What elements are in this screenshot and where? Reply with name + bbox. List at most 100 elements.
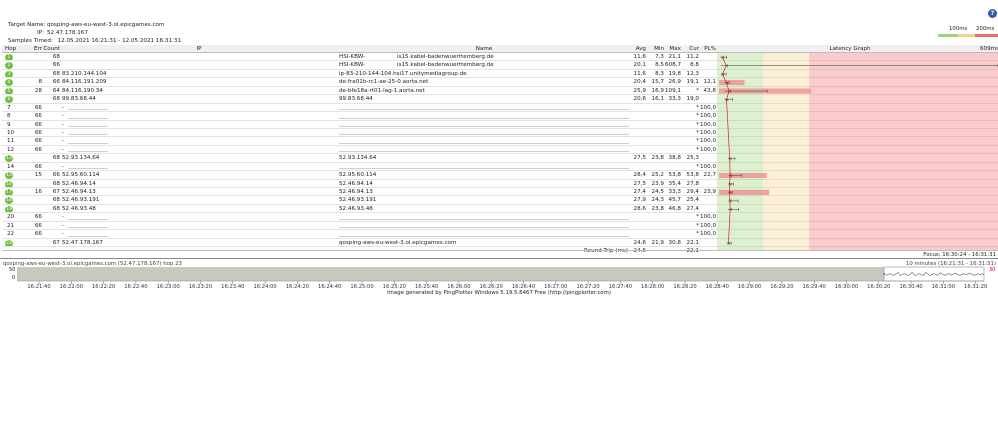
help-icon[interactable]: ? <box>988 9 997 18</box>
err-cell <box>24 205 42 212</box>
col-ip[interactable]: IP <box>62 45 336 52</box>
name-cell <box>339 112 629 119</box>
pl-cell <box>700 154 716 161</box>
ip-cell: 99.83.68.44 <box>62 96 96 103</box>
err-cell: 15 <box>34 172 42 179</box>
col-max[interactable]: Max <box>665 45 681 52</box>
ip-cell: 52.46.94.14 <box>62 180 96 187</box>
count-cell <box>42 213 60 220</box>
name-cell: HSI-KBW- ­­­­­­­­­­­­­­­­­­­­­­­­­­­­­­­­… <box>339 53 629 60</box>
hop-number: 20 <box>7 214 15 221</box>
min-cell: 23,8 <box>651 205 664 212</box>
err-cell: 66 <box>34 214 42 221</box>
count-cell <box>42 222 60 229</box>
name-cell <box>339 222 629 229</box>
packet-loss-bar <box>719 172 767 179</box>
err-cell <box>24 61 42 68</box>
cur-cell: 27,4 <box>686 205 699 212</box>
count-cell: 67 <box>52 239 60 246</box>
ip-cell <box>62 61 336 68</box>
pl-cell <box>700 239 716 246</box>
err-cell <box>24 196 42 203</box>
ip-placeholder-line <box>68 227 108 229</box>
hop-cell: 22 <box>2 230 22 237</box>
pl-cell: 100,0 <box>700 222 716 229</box>
min-cell: 8,3 <box>655 70 664 77</box>
hop-badge: 15 <box>5 172 13 179</box>
ip-cell: 84.116.190.34 <box>62 87 103 94</box>
name-placeholder-line <box>339 117 629 119</box>
min-cell <box>648 121 664 128</box>
err-cell: 16 <box>34 189 42 195</box>
generator-caption: Image generated by PingPlotter Windows 5… <box>387 290 611 296</box>
col-name[interactable]: Name <box>339 45 629 52</box>
latency-avg-marker: × <box>727 241 731 247</box>
name-cell: 52.95.60.114 <box>339 171 629 178</box>
col-cur[interactable]: Cur <box>683 45 699 52</box>
latency-graph[interactable]: × × × × × × × × × × × × × <box>717 45 998 251</box>
name-cell: 52.46.94.14 <box>339 180 629 187</box>
err-cell: 28 <box>34 87 42 94</box>
max-cell <box>665 146 681 153</box>
packet-loss-bar <box>719 79 745 86</box>
min-cell: 8,5 <box>655 62 664 69</box>
min-cell: 24,3 <box>651 197 664 204</box>
ip-cell: 84.116.191.209 <box>62 79 107 86</box>
hop-badge: 2 <box>5 62 13 69</box>
hop-cell: 14 <box>2 163 22 170</box>
hop-cell: 2 <box>2 61 22 69</box>
latency-avg-marker: × <box>729 207 733 213</box>
col-min[interactable]: Min <box>648 45 664 52</box>
ip-cell: - <box>62 213 336 220</box>
hop-number: 12 <box>7 146 15 153</box>
hop-name: ip-83-210-144-104.hsi17.unitymediagroup.… <box>339 70 467 77</box>
pl-cell: 100,0 <box>700 163 716 170</box>
cur-cell: 12,3 <box>686 70 699 77</box>
pl-cell: 22,7 <box>703 172 716 179</box>
cur-cell: * <box>696 138 699 145</box>
cur-cell: * <box>696 146 699 153</box>
max-cell <box>665 230 681 237</box>
hop-badge: 18 <box>5 197 13 204</box>
latency-avg-marker: × <box>728 182 732 188</box>
max-cell <box>665 213 681 220</box>
legend-200ms: 200ms <box>976 26 995 32</box>
cur-cell: 27,8 <box>686 180 699 187</box>
hop-cell: 16 <box>2 180 22 187</box>
hop-badge: 23 <box>5 239 13 247</box>
name-cell <box>339 129 629 136</box>
avg-cell <box>630 129 646 136</box>
col-count[interactable]: Count <box>42 45 60 52</box>
min-cell: 23,8 <box>651 155 664 162</box>
hop-number: 22 <box>7 231 15 238</box>
max-cell: 30,8 <box>668 239 681 246</box>
avg-cell: 11,6 <box>633 54 646 60</box>
latency-avg-marker: × <box>728 199 732 205</box>
col-hop[interactable]: Hop <box>2 45 22 52</box>
col-avg[interactable]: Avg <box>630 45 646 52</box>
col-err[interactable]: Err <box>24 45 42 52</box>
pl-cell <box>700 95 716 102</box>
hop-name: de-bfe18a-rt01-lag-1.aorta.net <box>339 87 425 94</box>
name-cell <box>339 213 629 220</box>
legend-bar-yellow <box>958 34 975 37</box>
avg-cell <box>630 230 646 237</box>
ip-cell: 52.95.60.114 <box>62 172 100 179</box>
pl-cell <box>700 205 716 212</box>
hop-cell: 5 <box>2 87 22 95</box>
err-cell <box>24 70 42 77</box>
max-cell: 21,1 <box>668 54 681 60</box>
hop-name: 52.93.134.64 <box>339 155 377 162</box>
name-cell <box>339 137 629 144</box>
col-pl[interactable]: PL% <box>700 45 716 52</box>
max-cell: 608,7 <box>665 62 681 69</box>
pl-cell: 100,0 <box>700 113 716 120</box>
avg-cell: 27,9 <box>633 197 646 204</box>
err-cell <box>24 154 42 161</box>
ip-placeholder-line <box>68 134 108 136</box>
hop-cell: 19 <box>2 205 22 213</box>
ip-cell: 52.93.134.64 <box>62 155 100 162</box>
max-cell: 19,8 <box>668 70 681 77</box>
err-cell: 66 <box>34 146 42 153</box>
count-cell <box>42 129 60 136</box>
